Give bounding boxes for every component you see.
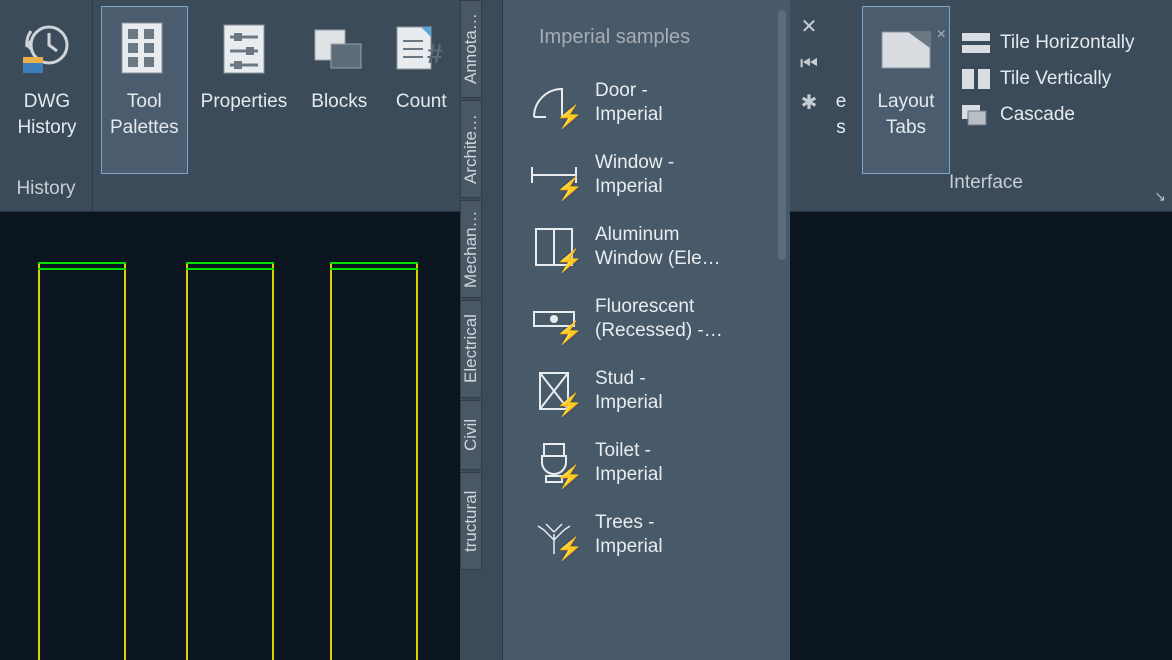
tab-civil[interactable]: Civil — [460, 400, 482, 470]
count-label: Count — [396, 89, 447, 115]
palette-list: ⚡ Door - Imperial ⚡ Window - Imperial ⚡ … — [503, 67, 790, 660]
tool-label: Stud - Imperial — [595, 367, 663, 415]
aluminum-window-icon: ⚡ — [527, 222, 581, 272]
tree-icon: ⚡ — [527, 510, 581, 560]
palette-grid-icon — [114, 19, 174, 79]
wall-line — [38, 262, 40, 660]
window-icon: ⚡ — [527, 150, 581, 200]
dwg-history-label: DWG History — [17, 89, 76, 141]
history-group-label: History — [0, 177, 92, 211]
dynamic-icon: ⚡ — [556, 248, 583, 274]
dynamic-icon: ⚡ — [556, 464, 583, 490]
cap-line — [186, 268, 274, 270]
cap-line — [38, 262, 126, 264]
dynamic-icon: ⚡ — [556, 176, 583, 202]
svg-text:#: # — [427, 38, 443, 69]
tool-toilet[interactable]: ⚡ Toilet - Imperial — [503, 427, 790, 499]
tool-label: Fluorescent (Recessed) -… — [595, 295, 723, 343]
cap-line — [186, 262, 274, 264]
dynamic-icon: ⚡ — [556, 104, 583, 130]
cap-line — [38, 268, 126, 270]
wall-line — [124, 262, 126, 660]
properties-label: Properties — [201, 89, 288, 115]
tool-stud[interactable]: ⚡ Stud - Imperial — [503, 355, 790, 427]
partial-right-button[interactable]: × e s — [824, 6, 858, 174]
tab-structural[interactable]: tructural — [460, 472, 482, 570]
tab-annotation[interactable]: Annota… — [460, 0, 482, 98]
autohide-icon[interactable]: ⏮ — [800, 53, 818, 76]
toilet-icon: ⚡ — [527, 438, 581, 488]
cascade-button[interactable]: Cascade — [956, 102, 1140, 128]
dynamic-icon: ⚡ — [556, 320, 583, 346]
palette-controls: ✕ ⏮ ✱ — [790, 14, 828, 115]
tool-label: Toilet - Imperial — [595, 439, 663, 487]
palette-tabstrip: Annota… Archite… Mechan… Electrical Civi… — [460, 0, 502, 660]
fluorescent-icon: ⚡ — [527, 294, 581, 344]
cascade-icon — [962, 105, 990, 125]
tool-aluminum-window[interactable]: ⚡ Aluminum Window (Ele… — [503, 211, 790, 283]
tab-mechanical[interactable]: Mechan… — [460, 200, 482, 298]
clock-dwg-icon — [17, 19, 77, 79]
tool-label: Window - Imperial — [595, 151, 674, 199]
tab-electrical[interactable]: Electrical — [460, 300, 482, 398]
interface-group-label: Interface — [820, 171, 1152, 205]
tool-palette: Annota… Archite… Mechan… Electrical Civi… — [460, 0, 790, 660]
dwg-history-button[interactable]: DWG History — [8, 6, 86, 174]
tile-vertically-button[interactable]: Tile Vertically — [956, 66, 1140, 92]
scrollbar[interactable] — [778, 10, 786, 260]
wall-line — [272, 262, 274, 660]
tool-palettes-button[interactable]: Tool Palettes — [101, 6, 188, 174]
door-icon: ⚡ — [527, 78, 581, 128]
tile-horizontal-icon — [962, 33, 990, 53]
ribbon-right: × e s Layout Tabs Interface Tile Horizon… — [820, 0, 1172, 212]
stud-icon: ⚡ — [527, 366, 581, 416]
count-icon: # — [391, 19, 451, 79]
blocks-button[interactable]: Blocks — [300, 6, 378, 174]
tile-horizontally-button[interactable]: Tile Horizontally — [956, 30, 1140, 56]
tool-fluorescent[interactable]: ⚡ Fluorescent (Recessed) -… — [503, 283, 790, 355]
wall-line — [416, 262, 418, 660]
tool-door[interactable]: ⚡ Door - Imperial — [503, 67, 790, 139]
layout-tabs-label: Layout Tabs — [877, 89, 934, 141]
dialog-launcher-icon[interactable]: ↘ — [1154, 188, 1166, 205]
tool-window[interactable]: ⚡ Window - Imperial — [503, 139, 790, 211]
blocks-label: Blocks — [311, 89, 367, 115]
palette-body: Imperial samples ⚡ Door - Imperial ⚡ Win… — [502, 0, 790, 660]
tab-architectural[interactable]: Archite… — [460, 100, 482, 198]
cascade-label: Cascade — [1000, 104, 1075, 126]
count-button[interactable]: # Count — [382, 6, 460, 174]
cap-line — [330, 268, 418, 270]
wall-line — [330, 262, 332, 660]
tile-v-label: Tile Vertically — [1000, 68, 1111, 90]
blocks-icon — [309, 19, 369, 79]
tool-label: Door - Imperial — [595, 79, 663, 127]
tool-palettes-label: Tool Palettes — [110, 89, 179, 141]
gear-icon[interactable]: ✱ — [801, 90, 818, 115]
tool-label: Trees - Imperial — [595, 511, 663, 559]
properties-icon — [214, 19, 274, 79]
layout-tabs-icon — [876, 19, 936, 79]
tool-trees[interactable]: ⚡ Trees - Imperial — [503, 499, 790, 571]
wall-line — [186, 262, 188, 660]
dynamic-icon: ⚡ — [556, 392, 583, 418]
properties-button[interactable]: Properties — [192, 6, 297, 174]
tool-label: Aluminum Window (Ele… — [595, 223, 721, 271]
tile-h-label: Tile Horizontally — [1000, 32, 1134, 54]
close-icon[interactable]: ✕ — [801, 14, 818, 39]
cap-line — [330, 262, 418, 264]
palette-title: Imperial samples — [503, 0, 790, 67]
dynamic-icon: ⚡ — [556, 536, 583, 562]
tile-vertical-icon — [962, 69, 990, 89]
